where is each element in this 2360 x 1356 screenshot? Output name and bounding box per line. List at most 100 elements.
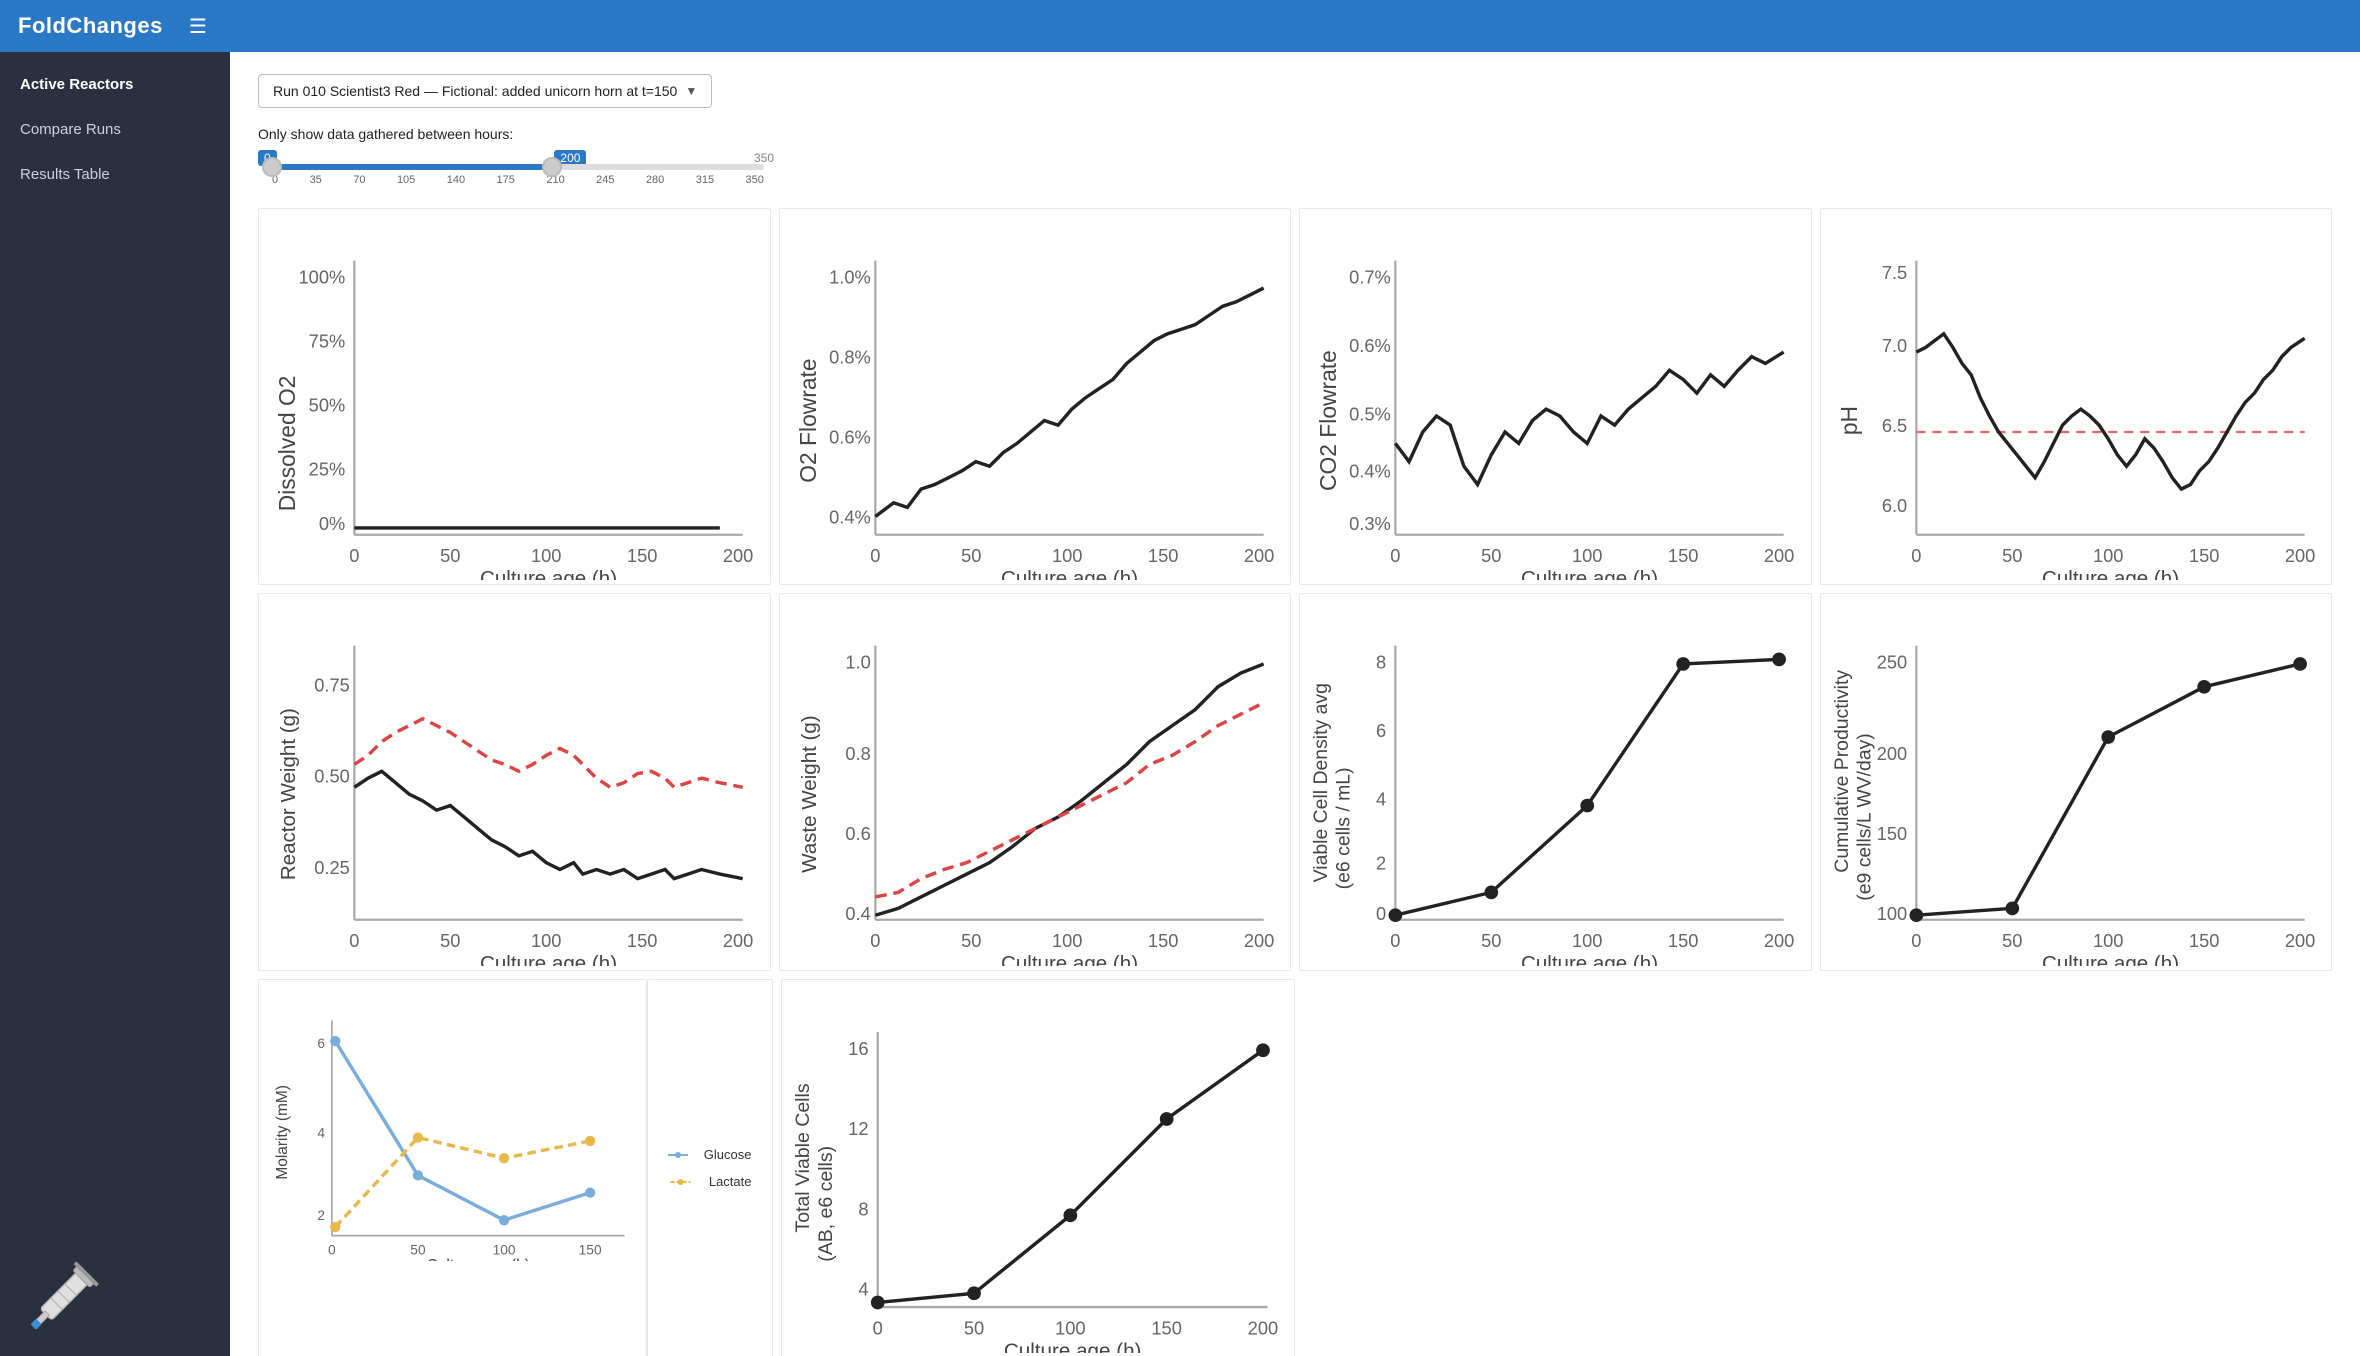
svg-text:100%: 100% (299, 267, 346, 288)
svg-text:6.0: 6.0 (1881, 495, 1906, 516)
svg-text:8: 8 (858, 1198, 868, 1219)
chart-legend: Glucose Lactate (647, 979, 773, 1356)
svg-text:100: 100 (2092, 931, 2122, 952)
svg-text:200: 200 (723, 545, 753, 566)
svg-text:2: 2 (1376, 853, 1386, 874)
svg-text:50: 50 (2002, 931, 2022, 952)
svg-text:O2 Flowrate: O2 Flowrate (794, 358, 820, 482)
svg-text:Culture age (h): Culture age (h) (480, 567, 617, 580)
svg-text:7.5: 7.5 (1881, 262, 1906, 283)
chart-co2-flowrate2: CO2 Flowrate 0.7% 0.6% 0.5% 0.4% 0.3% 0 … (1299, 208, 1812, 585)
svg-text:4: 4 (858, 1278, 868, 1299)
svg-text:Waste Weight (g): Waste Weight (g) (797, 716, 820, 874)
app-title: FoldChanges (18, 13, 163, 39)
svg-text:Culture age (h): Culture age (h) (427, 1257, 530, 1261)
svg-text:0.8: 0.8 (845, 743, 870, 764)
sidebar-item-compare-runs[interactable]: Compare Runs (0, 107, 230, 152)
molarity-section: Molarity (mM) 6 4 2 0 50 100 150 Culture… (258, 979, 773, 1356)
sidebar-item-active-reactors[interactable]: Active Reactors (0, 62, 230, 107)
svg-text:Culture age (h): Culture age (h) (1000, 952, 1137, 965)
svg-text:50: 50 (1481, 931, 1501, 952)
svg-text:16: 16 (848, 1038, 868, 1059)
chart-ph: pH 7.5 7.0 6.5 6.0 0 50 100 150 200 Cult… (1820, 208, 2333, 585)
svg-text:0: 0 (1376, 903, 1386, 924)
charts-row2: Reactor Weight (g) 0.75 0.50 0.25 0 50 1… (258, 593, 2332, 970)
svg-text:CO2 Flowrate: CO2 Flowrate (1315, 350, 1341, 491)
main-content: Run 010 Scientist3 Red — Fictional: adde… (230, 52, 2360, 1356)
svg-text:0.4%: 0.4% (829, 506, 871, 527)
svg-text:0: 0 (1390, 545, 1400, 566)
svg-text:100: 100 (1055, 1317, 1086, 1338)
svg-text:0.6%: 0.6% (829, 426, 871, 447)
svg-text:150: 150 (2188, 931, 2218, 952)
svg-text:50: 50 (963, 1317, 983, 1338)
svg-text:1.0: 1.0 (845, 652, 870, 673)
svg-text:50%: 50% (309, 394, 346, 415)
svg-text:0%: 0% (319, 513, 345, 534)
svg-text:150: 150 (1668, 545, 1698, 566)
svg-text:150: 150 (1151, 1317, 1182, 1338)
svg-text:100: 100 (531, 545, 561, 566)
charts-row1: Dissolved O2 100% 75% 50% 25% 0% 0 50 10… (258, 208, 2332, 585)
svg-text:Dissolved O2: Dissolved O2 (274, 376, 300, 512)
hamburger-icon[interactable]: ☰ (189, 14, 207, 39)
svg-text:0.4: 0.4 (845, 903, 870, 924)
chevron-down-icon: ▼ (685, 84, 697, 98)
slider-thumb-left[interactable] (262, 157, 282, 177)
svg-text:200: 200 (1764, 931, 1794, 952)
svg-text:1.0%: 1.0% (829, 267, 871, 288)
svg-text:100: 100 (1051, 545, 1081, 566)
svg-text:100: 100 (1572, 545, 1602, 566)
svg-text:Culture age (h): Culture age (h) (1521, 952, 1658, 965)
svg-text:75%: 75% (309, 330, 346, 351)
syringe-icon (6, 1232, 133, 1356)
slider-container[interactable]: 03570105140175210245280315350 (258, 164, 778, 186)
run-dropdown-label: Run 010 Scientist3 Red — Fictional: adde… (273, 83, 677, 99)
svg-text:200: 200 (2284, 545, 2314, 566)
svg-text:0.50: 0.50 (314, 766, 350, 787)
svg-text:Cumulative Productivity: Cumulative Productivity (1830, 670, 1852, 873)
svg-text:Reactor Weight (g): Reactor Weight (g) (277, 709, 300, 881)
svg-text:12: 12 (848, 1118, 868, 1139)
svg-text:150: 150 (579, 1243, 602, 1258)
svg-text:150: 150 (1876, 823, 1906, 844)
svg-text:4: 4 (317, 1125, 325, 1140)
svg-text:150: 150 (2188, 545, 2218, 566)
svg-text:0.6%: 0.6% (1349, 335, 1391, 356)
chart-cumulative-productivity: Cumulative Productivity (e9 cells/L WV/d… (1820, 593, 2333, 970)
chart-dissolved-o2: Dissolved O2 100% 75% 50% 25% 0% 0 50 10… (258, 208, 771, 585)
svg-text:2: 2 (317, 1208, 325, 1223)
svg-text:200: 200 (1764, 545, 1794, 566)
svg-text:50: 50 (1481, 545, 1501, 566)
svg-text:pH: pH (1835, 406, 1861, 435)
svg-text:150: 150 (1668, 931, 1698, 952)
svg-text:100: 100 (1572, 931, 1602, 952)
svg-text:50: 50 (440, 931, 460, 952)
svg-text:Culture age (h): Culture age (h) (480, 952, 617, 965)
svg-text:Culture age (h): Culture age (h) (2041, 567, 2178, 580)
svg-text:(e6 cells / mL): (e6 cells / mL) (1333, 768, 1355, 890)
svg-text:50: 50 (410, 1243, 426, 1258)
svg-text:Molarity (mM): Molarity (mM) (274, 1085, 291, 1180)
chart-waste-weight: Waste Weight (g) 1.0 0.8 0.6 0.4 0 50 10… (779, 593, 1292, 970)
svg-text:100: 100 (2092, 545, 2122, 566)
run-dropdown[interactable]: Run 010 Scientist3 Red — Fictional: adde… (258, 74, 712, 108)
svg-text:150: 150 (627, 545, 657, 566)
svg-text:Viable Cell Density avg: Viable Cell Density avg (1310, 684, 1332, 883)
svg-text:100: 100 (1051, 931, 1081, 952)
svg-text:50: 50 (440, 545, 460, 566)
svg-text:100: 100 (1876, 903, 1906, 924)
svg-text:0.25: 0.25 (314, 858, 350, 879)
svg-text:Culture age (h): Culture age (h) (1521, 567, 1658, 580)
svg-text:0: 0 (349, 931, 359, 952)
svg-text:0: 0 (1911, 931, 1921, 952)
dropdown-bar: Run 010 Scientist3 Red — Fictional: adde… (258, 74, 2332, 108)
sidebar-item-results-table[interactable]: Results Table (0, 152, 230, 197)
svg-text:0.7%: 0.7% (1349, 267, 1391, 288)
svg-text:0: 0 (1911, 545, 1921, 566)
legend-lactate-label: Lactate (709, 1174, 752, 1189)
svg-text:0: 0 (328, 1243, 336, 1258)
svg-text:0.75: 0.75 (314, 675, 350, 696)
legend-lactate: Lactate (668, 1174, 752, 1189)
slider-section: Only show data gathered between hours: 0… (258, 126, 2332, 186)
